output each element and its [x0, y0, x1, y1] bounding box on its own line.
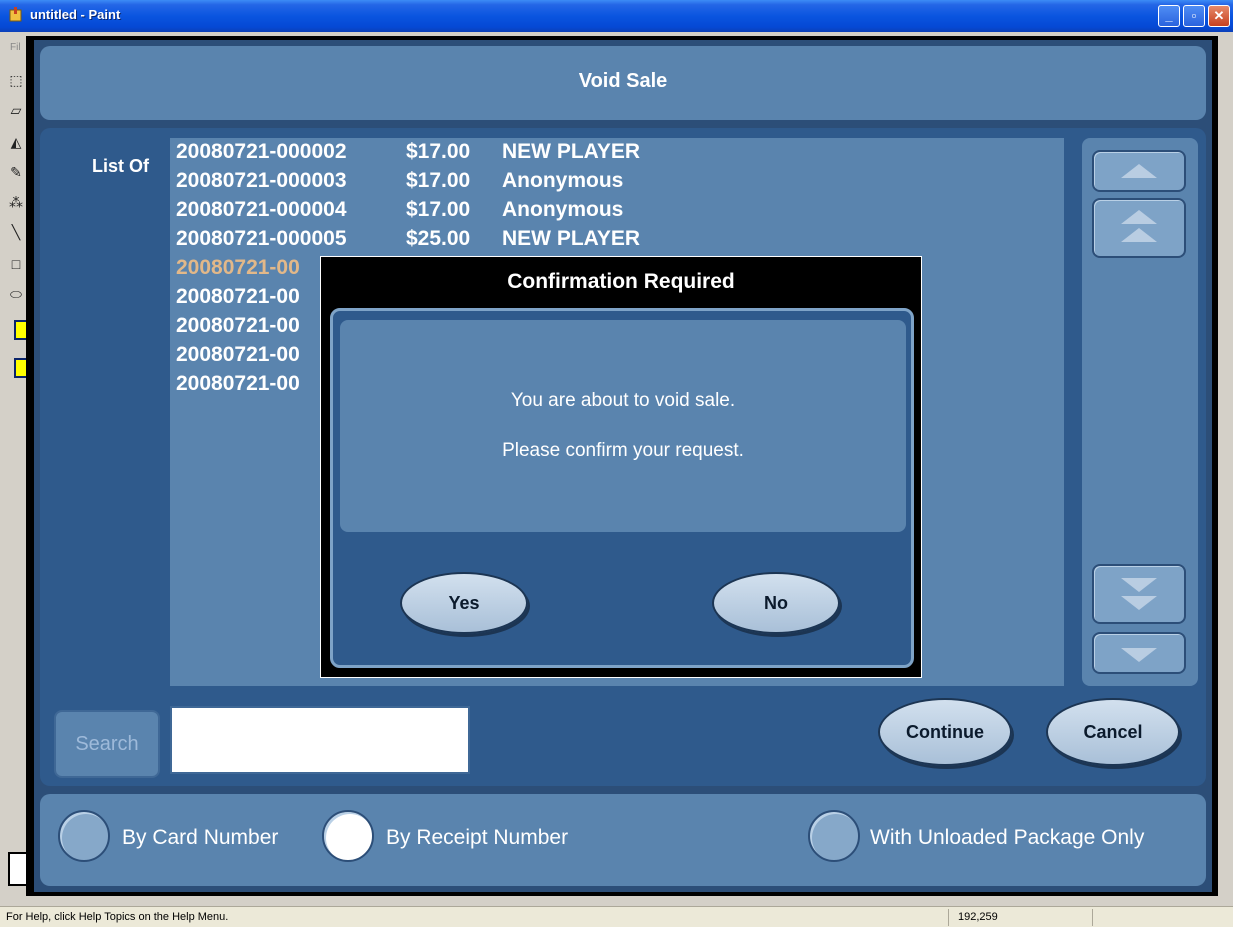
window-title: untitled - Paint	[30, 7, 121, 22]
dialog-message-box	[340, 320, 906, 532]
paint-app-icon	[9, 7, 22, 22]
menu-bar-remnant[interactable]: Fil	[10, 42, 21, 53]
search-button[interactable]: Search	[54, 710, 160, 778]
list-item[interactable]: 20080721-000002 $17.00 NEW PLAYER	[176, 140, 640, 169]
page-up-button[interactable]	[1092, 198, 1186, 258]
page-title: Void Sale	[578, 70, 668, 92]
radio-unloaded-package[interactable]	[808, 810, 860, 862]
header-panel: Void Sale	[40, 46, 1206, 120]
close-button[interactable]: ✕	[1208, 5, 1230, 27]
scroll-down-button[interactable]	[1092, 632, 1186, 674]
no-button[interactable]: No	[712, 572, 840, 634]
line-icon[interactable]: ╲	[6, 222, 26, 242]
page-down-button[interactable]	[1092, 564, 1186, 624]
scroll-up-button[interactable]	[1092, 150, 1186, 192]
minimize-button[interactable]: _	[1158, 5, 1180, 27]
dialog-title: Confirmation Required	[507, 270, 735, 293]
maximize-button[interactable]: ▫	[1183, 5, 1205, 27]
arrow-down-icon	[1121, 648, 1157, 662]
double-arrow-up-icon	[1121, 210, 1157, 224]
radio-by-receipt-number[interactable]	[322, 810, 374, 862]
list-item[interactable]: 20080721-000005 $25.00 NEW PLAYER	[176, 227, 640, 256]
status-help-text: For Help, click Help Topics on the Help …	[6, 911, 229, 923]
dialog-message-line-2: Please confirm your request.	[502, 440, 744, 461]
continue-button[interactable]: Continue	[878, 698, 1012, 766]
cancel-button[interactable]: Cancel	[1046, 698, 1180, 766]
airbrush-icon[interactable]: ⁂	[6, 192, 26, 212]
pencil-icon[interactable]: ✎	[6, 162, 26, 182]
yes-button[interactable]: Yes	[400, 572, 528, 634]
status-coordinates: 192,259	[958, 911, 998, 923]
eraser-icon[interactable]: ▱	[6, 100, 26, 120]
rectangle-icon[interactable]: □	[6, 254, 26, 274]
double-arrow-down-icon	[1121, 578, 1157, 592]
status-bar: For Help, click Help Topics on the Help …	[0, 906, 1233, 927]
dialog-message-line-1: You are about to void sale.	[510, 390, 736, 411]
list-label: List Of	[92, 156, 149, 176]
search-input[interactable]	[170, 706, 470, 774]
color-selector[interactable]	[8, 852, 28, 886]
fill-icon[interactable]: ◭	[6, 132, 26, 152]
list-item[interactable]: 20080721-000003 $17.00 Anonymous	[176, 169, 623, 198]
radio-label-card[interactable]: By Card Number	[122, 826, 278, 850]
arrow-up-icon	[1121, 164, 1157, 178]
select-icon[interactable]: ⬚	[6, 70, 26, 90]
status-divider	[1092, 909, 1093, 926]
radio-by-card-number[interactable]	[58, 810, 110, 862]
status-divider	[948, 909, 949, 926]
title-bar: untitled - Paint _ ▫ ✕	[0, 0, 1233, 32]
list-item[interactable]: 20080721-000004 $17.00 Anonymous	[176, 198, 623, 227]
ellipse-icon[interactable]: ⬭	[6, 284, 26, 304]
radio-label-receipt[interactable]: By Receipt Number	[386, 826, 568, 850]
radio-label-unloaded[interactable]: With Unloaded Package Only	[870, 826, 1144, 850]
